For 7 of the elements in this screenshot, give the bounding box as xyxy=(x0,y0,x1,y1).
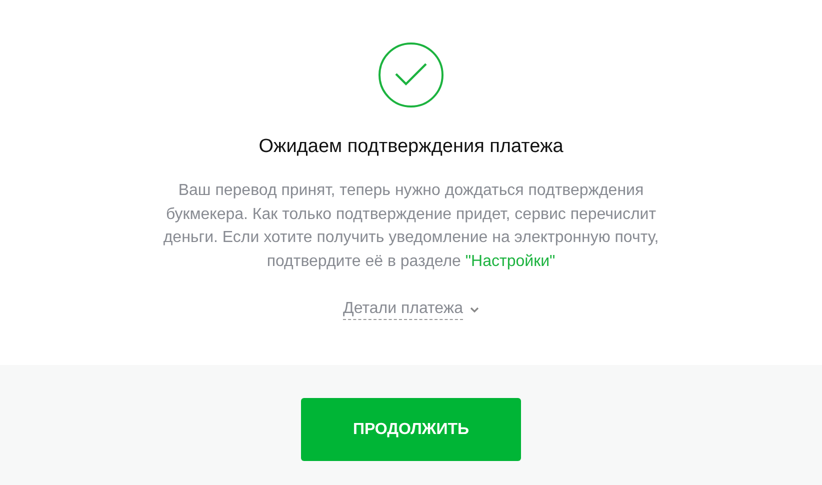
status-title: Ожидаем подтверждения платежа xyxy=(258,135,564,159)
settings-link[interactable]: "Настройки" xyxy=(465,252,556,270)
caret-icon xyxy=(470,306,479,312)
continue-button[interactable]: ПРОДОЛЖИТЬ xyxy=(301,398,521,461)
payment-details-toggle[interactable]: Детали платежа xyxy=(343,299,479,320)
checkmark-circle-icon xyxy=(378,42,444,108)
message-text: Ваш перевод принят, теперь нужно дождаться подтверждения букмекера. Как только подтверждение придет, сервис перечислит деньги. Если хотите получить уведомление на электронную почту, подтвердите её в разделе "Настройки" xyxy=(162,181,660,272)
